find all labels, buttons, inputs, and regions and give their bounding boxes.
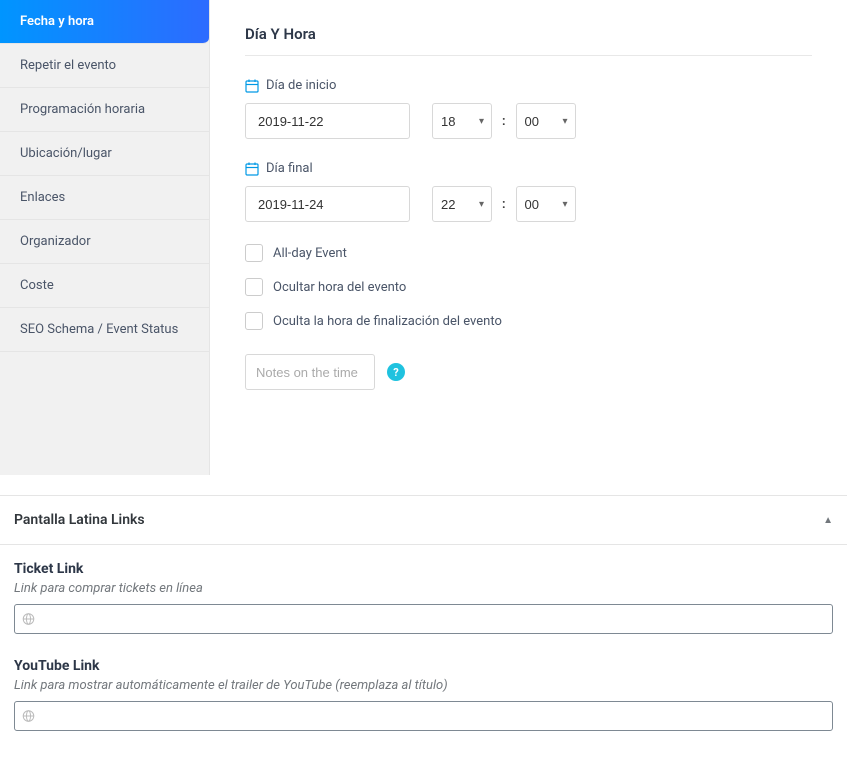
link-title: Ticket Link [14, 561, 833, 577]
sidebar-item-fecha-hora[interactable]: Fecha y hora [0, 0, 209, 44]
hide-time-checkbox[interactable] [245, 278, 263, 296]
end-minute-select[interactable]: 00 [516, 186, 576, 222]
allday-checkbox[interactable] [245, 244, 263, 262]
start-hour-select[interactable]: 18 [432, 103, 492, 139]
help-icon[interactable]: ? [387, 363, 405, 381]
start-minute-select[interactable]: 00 [516, 103, 576, 139]
link-desc: Link para mostrar automáticamente el tra… [14, 678, 833, 693]
globe-icon [22, 613, 35, 626]
panel-title: Pantalla Latina Links [14, 512, 145, 528]
panel-header[interactable]: Pantalla Latina Links ▲ [0, 495, 847, 545]
calendar-icon [245, 162, 259, 176]
sidebar-item-coste[interactable]: Coste [0, 264, 209, 308]
calendar-icon [245, 79, 259, 93]
content-panel: Día Y Hora Día de inicio 18 ▾ : 00 ▾ [210, 0, 847, 475]
sidebar-item-repetir[interactable]: Repetir el evento [0, 44, 209, 88]
sidebar-item-programacion[interactable]: Programación horaria [0, 88, 209, 132]
youtube-link-input[interactable] [14, 701, 833, 731]
links-panel: Pantalla Latina Links ▲ Ticket Link Link… [0, 495, 847, 739]
end-date-label: Día final [245, 161, 812, 176]
section-title: Día Y Hora [245, 25, 812, 56]
time-colon: : [502, 114, 506, 129]
time-colon: : [502, 197, 506, 212]
notes-input[interactable] [245, 354, 375, 390]
globe-icon [22, 710, 35, 723]
hide-end-time-label: Oculta la hora de finalización del event… [273, 314, 502, 329]
collapse-icon: ▲ [823, 515, 833, 526]
link-block-ticket: Ticket Link Link para comprar tickets en… [0, 545, 847, 642]
start-date-label: Día de inicio [245, 78, 812, 93]
sidebar-item-organizador[interactable]: Organizador [0, 220, 209, 264]
hide-time-label: Ocultar hora del evento [273, 280, 406, 295]
link-desc: Link para comprar tickets en línea [14, 581, 833, 596]
ticket-link-input[interactable] [14, 604, 833, 634]
sidebar: Fecha y hora Repetir el evento Programac… [0, 0, 210, 475]
end-date-input[interactable] [245, 186, 410, 222]
link-block-youtube: YouTube Link Link para mostrar automátic… [0, 642, 847, 739]
sidebar-item-seo-schema[interactable]: SEO Schema / Event Status [0, 308, 209, 352]
hide-end-time-checkbox[interactable] [245, 312, 263, 330]
start-date-input[interactable] [245, 103, 410, 139]
link-title: YouTube Link [14, 658, 833, 674]
end-hour-select[interactable]: 22 [432, 186, 492, 222]
sidebar-item-ubicacion[interactable]: Ubicación/lugar [0, 132, 209, 176]
sidebar-item-enlaces[interactable]: Enlaces [0, 176, 209, 220]
allday-label: All-day Event [273, 246, 347, 261]
